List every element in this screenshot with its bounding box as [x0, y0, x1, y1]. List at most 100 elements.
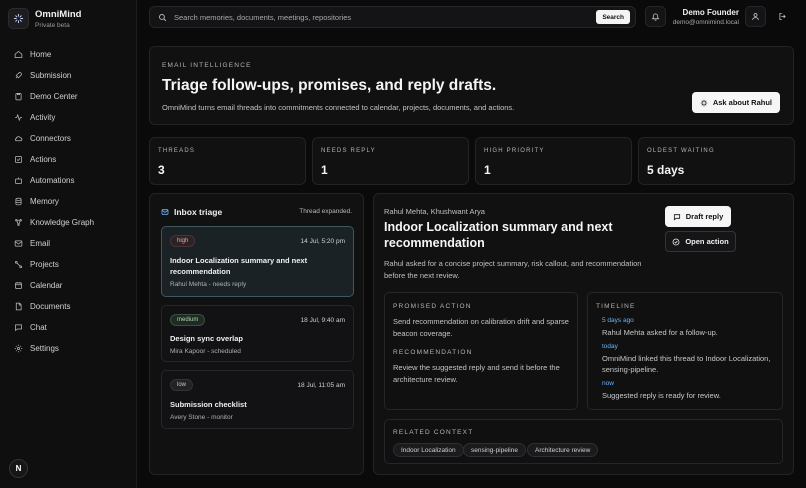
ask-about-label: Ask about Rahul [712, 98, 772, 107]
thread-date: 18 Jul, 9:40 am [300, 317, 345, 324]
stat-value: 5 days [647, 163, 685, 177]
hero-card: EMAIL INTELLIGENCE Triage follow-ups, pr… [149, 46, 794, 125]
database-icon [14, 197, 23, 206]
open-action-button[interactable]: Open action [665, 231, 736, 252]
sidebar-item-label: Submission [30, 71, 72, 80]
sidebar-item-settings[interactable]: Settings [8, 338, 130, 359]
sidebar-item-label: Documents [30, 302, 71, 311]
context-chip[interactable]: Architecture review [527, 443, 599, 457]
network-icon [14, 260, 23, 269]
sidebar-item-automations[interactable]: Automations [8, 170, 130, 191]
brand-title: OmniMind [35, 8, 82, 20]
stat-high-priority: HIGH PRIORITY 1 [475, 137, 632, 185]
sidebar-item-email[interactable]: Email [8, 233, 130, 254]
timeline-text: OmniMind linked this thread to Indoor Lo… [602, 354, 771, 374]
chat-icon [14, 323, 23, 332]
graph-icon [14, 218, 23, 227]
gear-icon [14, 344, 23, 353]
thread-detail-description: Rahul asked for a concise project summar… [384, 259, 642, 280]
sparkle-icon [700, 99, 708, 106]
thread-item[interactable]: high 14 Jul, 5:20 pm Indoor Localization… [161, 226, 354, 297]
thread-item[interactable]: medium 18 Jul, 9:40 am Design sync overl… [161, 305, 354, 362]
stat-value: 1 [484, 163, 491, 177]
inbox-title: Inbox triage [174, 207, 223, 217]
inbox-status: Thread expanded. [299, 208, 352, 215]
page-title: Triage follow-ups, promises, and reply d… [162, 77, 497, 94]
home-icon [14, 50, 23, 59]
thread-meta: Avery Stone - monitor [170, 414, 233, 421]
sidebar-item-label: Demo Center [30, 92, 78, 101]
sidebar-item-label: Settings [30, 344, 59, 353]
thread-participants: Rahul Mehta, Khushwant Arya [384, 207, 485, 216]
stat-threads: THREADS 3 [149, 137, 306, 185]
brand[interactable]: OmniMind Private beta [8, 8, 81, 29]
priority-badge: high [170, 235, 196, 247]
sidebar-item-demo-center[interactable]: Demo Center [8, 86, 130, 107]
draft-reply-button[interactable]: Draft reply [665, 206, 731, 227]
sidebar-item-label: Chat [30, 323, 47, 332]
activity-icon [14, 113, 23, 122]
thread-title: Submission checklist [170, 400, 247, 409]
user-info: Demo Founder demo@omnimind.local [667, 8, 739, 26]
calendar-icon [14, 281, 23, 290]
notifications-button[interactable] [645, 6, 666, 27]
search-input[interactable] [174, 12, 594, 22]
thread-item[interactable]: low 18 Jul, 11:05 am Submission checklis… [161, 370, 354, 429]
timeline-text: Suggested reply is ready for review. [602, 391, 721, 400]
recommendation-text: Review the suggested reply and send it b… [393, 363, 560, 384]
sidebar-item-label: Calendar [30, 281, 63, 290]
priority-badge: medium [170, 314, 206, 326]
context-chip[interactable]: sensing-pipeline [463, 443, 526, 457]
sidebar-item-label: Email [30, 239, 51, 248]
sidebar-item-knowledge-graph[interactable]: Knowledge Graph [8, 212, 130, 233]
sidebar-item-label: Knowledge Graph [30, 218, 95, 227]
context-chip[interactable]: Indoor Localization [393, 443, 464, 457]
file-icon [14, 302, 23, 311]
sidebar-item-actions[interactable]: Actions [8, 149, 130, 170]
ask-about-button[interactable]: Ask about Rahul [691, 92, 780, 113]
sidebar-nav: Home Submission Demo Center Activity Con… [8, 44, 130, 359]
hero-description: OmniMind turns email threads into commit… [162, 103, 515, 112]
sidebar-item-home[interactable]: Home [8, 44, 130, 65]
thread-date: 14 Jul, 5:20 pm [300, 238, 345, 245]
thread-detail-title: Indoor Localization summary and next rec… [384, 220, 613, 250]
sidebar-item-calendar[interactable]: Calendar [8, 275, 130, 296]
profile-button[interactable] [745, 6, 766, 27]
sidebar-item-projects[interactable]: Projects [8, 254, 130, 275]
avatar[interactable]: N [9, 459, 28, 478]
stat-label: THREADS [158, 148, 196, 154]
timeline-time: 5 days ago [602, 317, 634, 324]
sidebar-item-activity[interactable]: Activity [8, 107, 130, 128]
stat-oldest-waiting: OLDEST WAITING 5 days [638, 137, 795, 185]
sidebar-item-documents[interactable]: Documents [8, 296, 130, 317]
timeline-label: TIMELINE [596, 303, 636, 310]
related-context-label: RELATED CONTEXT [393, 429, 474, 436]
sidebar-item-connectors[interactable]: Connectors [8, 128, 130, 149]
bell-icon [651, 12, 660, 21]
logout-button[interactable] [772, 6, 793, 27]
thread-date: 18 Jul, 11:05 am [297, 382, 345, 389]
brand-subtitle: Private beta [35, 21, 70, 29]
check-circle-icon [672, 238, 680, 245]
search-icon [158, 13, 167, 22]
search-button[interactable]: Search [596, 10, 630, 24]
priority-badge: low [170, 379, 194, 391]
stat-label: OLDEST WAITING [647, 148, 715, 154]
sparkle-logo-icon [8, 8, 29, 29]
sidebar-item-label: Projects [30, 260, 59, 269]
rocket-icon [14, 71, 23, 80]
user-name: Demo Founder [682, 8, 739, 17]
sidebar-item-label: Automations [30, 176, 75, 185]
sidebar-item-chat[interactable]: Chat [8, 317, 130, 338]
timeline-box: TIMELINE 5 days ago Rahul Mehta asked fo… [587, 292, 783, 410]
thread-detail-panel: Rahul Mehta, Khushwant Arya Indoor Local… [373, 193, 794, 475]
topbar: Search Demo Founder demo@omnimind.local [137, 0, 806, 34]
sidebar-item-memory[interactable]: Memory [8, 191, 130, 212]
user-icon [751, 12, 760, 21]
checkbox-icon [14, 155, 23, 164]
hero-eyebrow: EMAIL INTELLIGENCE [162, 62, 252, 69]
logout-icon [778, 12, 787, 21]
timeline-text: Rahul Mehta asked for a follow-up. [602, 328, 718, 337]
sidebar: OmniMind Private beta Home Submission De… [0, 0, 137, 488]
sidebar-item-submission[interactable]: Submission [8, 65, 130, 86]
